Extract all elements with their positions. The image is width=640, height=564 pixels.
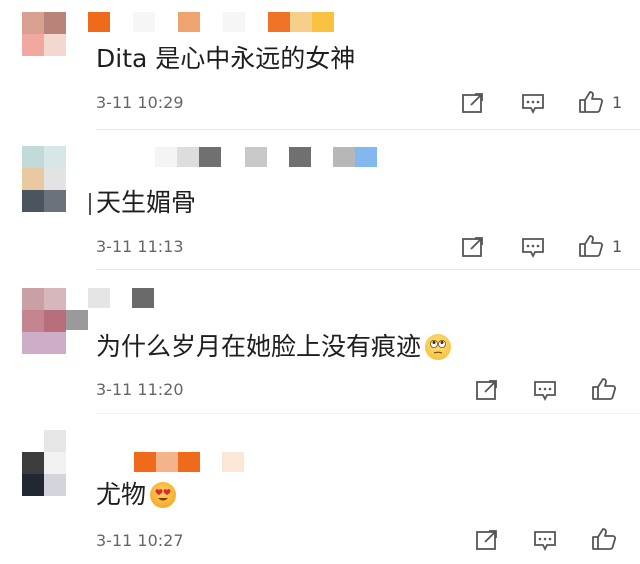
comment-icon[interactable] [520, 235, 546, 259]
avatar[interactable] [22, 12, 66, 56]
comment-time: 3-11 10:29 [96, 93, 184, 112]
avatar-extension [22, 190, 88, 212]
username[interactable] [88, 288, 158, 308]
share-icon[interactable] [460, 91, 486, 115]
comment-item: Dita 是心中永远的女神 3-11 10:29 1 [0, 0, 640, 130]
comment-time: 3-11 10:27 [96, 531, 184, 550]
thumbs-up-icon[interactable] [578, 90, 604, 114]
share-icon[interactable] [474, 378, 500, 402]
comment-icon[interactable] [520, 91, 546, 115]
comment-text-body: 尤物 [96, 480, 147, 509]
like-count: 1 [612, 237, 623, 256]
avatar[interactable] [22, 288, 66, 354]
avatar[interactable] [22, 146, 66, 190]
comment-text-body: 为什么岁月在她脸上没有痕迹 [96, 332, 422, 361]
thumbs-up-icon[interactable] [591, 377, 617, 401]
comment-item: 为什么岁月在她脸上没有痕迹 3-11 11:20 [0, 270, 640, 420]
username[interactable] [155, 147, 380, 167]
thumbs-up-icon[interactable] [578, 234, 604, 258]
rolling-eyes-emoji-icon [425, 334, 452, 360]
share-icon[interactable] [474, 528, 500, 552]
thumbs-up-icon[interactable] [591, 527, 617, 551]
divider [96, 413, 640, 414]
comment-time: 3-11 11:20 [96, 380, 184, 399]
comment-text: Dita 是心中永远的女神 [96, 44, 356, 73]
avatar-extension [66, 310, 88, 330]
comment-text: 为什么岁月在她脸上没有痕迹 [96, 332, 452, 362]
like-count: 1 [612, 93, 623, 112]
text-cursor [89, 193, 91, 215]
comment-item: 天生媚骨 3-11 11:13 1 [0, 130, 640, 270]
avatar[interactable] [22, 430, 66, 496]
comment-text: 天生媚骨 [96, 188, 197, 217]
username[interactable] [88, 12, 338, 32]
comment-icon[interactable] [532, 378, 558, 402]
share-icon[interactable] [460, 235, 486, 259]
comment-item: 尤物 3-11 10:27 [0, 420, 640, 564]
comment-icon[interactable] [532, 528, 558, 552]
heart-eyes-emoji-icon [150, 482, 177, 508]
username[interactable] [134, 452, 249, 472]
comment-time: 3-11 11:13 [96, 237, 184, 256]
comment-text: 尤物 [96, 480, 177, 510]
